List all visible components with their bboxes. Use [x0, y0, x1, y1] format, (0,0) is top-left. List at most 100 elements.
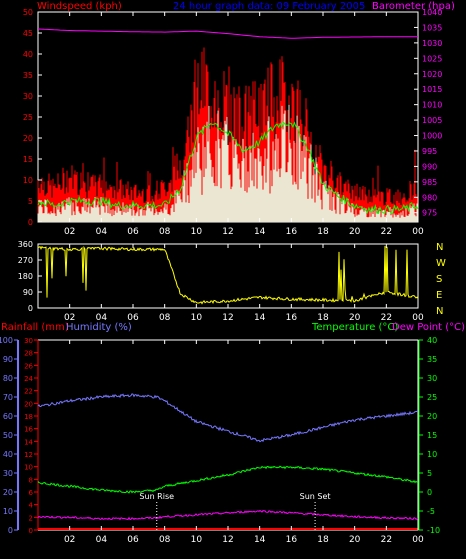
- direction-time-label: 08: [159, 313, 171, 323]
- direction-tick-label: 180: [18, 272, 33, 281]
- barometer-line: [37, 28, 418, 39]
- temperature-tick-label: 20: [427, 412, 437, 421]
- barometer-tick-label: 985: [422, 178, 437, 187]
- barometer-tick-label: 980: [422, 193, 437, 202]
- temperature-tick-label: -5: [427, 507, 435, 516]
- rainfall-tick-label: 14: [24, 438, 33, 446]
- humidity-tick-label: 40: [3, 450, 13, 459]
- barometer-tick-label: 1030: [422, 39, 442, 48]
- temperature-tick-label: 35: [427, 355, 437, 364]
- windspeed-tick-label: 50: [23, 8, 33, 17]
- rainfall-axis-title: Rainfall (mm): [1, 322, 69, 333]
- wind-time-label: 06: [127, 227, 139, 237]
- humidity-tick-label: 70: [3, 393, 13, 402]
- humidity-tick-label: 10: [3, 507, 13, 516]
- direction-time-label: 14: [254, 313, 266, 323]
- climate-panel-frame: [37, 339, 419, 531]
- compass-label: S: [436, 274, 442, 285]
- wind-time-label: 12: [222, 227, 233, 237]
- windspeed-tick-label: 35: [23, 71, 33, 80]
- humidity-tick-label: 80: [3, 374, 13, 383]
- barometer-tick-label: 1000: [422, 132, 442, 141]
- climate-time-label: 06: [127, 535, 139, 545]
- temperature-tick-label: 10: [427, 450, 437, 459]
- rainfall-tick-label: 10: [24, 464, 33, 472]
- climate-time-label: 16: [286, 535, 298, 545]
- rainfall-tick-label: 2: [29, 514, 33, 522]
- windspeed-tick-label: 40: [23, 50, 33, 59]
- wind-time-label: 08: [159, 227, 171, 237]
- humidity-tick-label: 30: [3, 469, 13, 478]
- wind-time-label: 22: [381, 227, 392, 237]
- weather-graph: 0 5 10 15 20 25 30 35 40 45 50 975 980 985 990 995 1000 1…: [0, 0, 466, 559]
- windspeed-tick-label: 25: [23, 113, 33, 122]
- temp-humidity-rain-panel: Rainfall (mm)Humidity (%) Temperature (°C…: [0, 322, 465, 545]
- barometer-tick-label: 995: [422, 147, 437, 156]
- direction-tick-label: 270: [18, 256, 33, 265]
- rainfall-tick-label: 4: [29, 502, 34, 510]
- temperature-tick-label: 30: [427, 374, 437, 383]
- wind-time-label: 14: [254, 227, 266, 237]
- windspeed-tick-label: 20: [23, 134, 33, 143]
- humidity-tick-label: 0: [8, 526, 13, 535]
- climate-time-label: 14: [254, 535, 266, 545]
- wind-barometer-panel: 0510152025303540455097598098599099510001…: [23, 8, 443, 237]
- humidity-line: [37, 393, 419, 443]
- rainfall-tick-label: 18: [24, 413, 33, 421]
- climate-time-label: 10: [191, 535, 203, 545]
- rainfall-tick-label: 30: [24, 337, 33, 345]
- humidity-tick-label: 100: [0, 336, 13, 345]
- rainfall-tick-label: 24: [24, 375, 33, 383]
- windspeed-tick-label: 30: [23, 92, 33, 101]
- direction-time-label: 16: [286, 313, 298, 323]
- humidity-tick-label: 90: [3, 355, 13, 364]
- wind-time-label: 18: [317, 227, 329, 237]
- direction-tick-label: 360: [18, 240, 33, 249]
- temperature-axis-title: Temperature (°C): [311, 322, 398, 333]
- windspeed-tick-label: 0: [28, 218, 33, 227]
- temperature-tick-label: 5: [427, 469, 432, 478]
- windspeed-axis-title: Windspeed (kph): [37, 1, 122, 12]
- barometer-tick-label: 1005: [422, 116, 442, 125]
- wind-direction-line: [37, 245, 419, 305]
- temperature-tick-label: 0: [427, 488, 432, 497]
- rainfall-tick-label: 0: [29, 527, 33, 535]
- rainfall-tick-label: 16: [24, 426, 33, 434]
- climate-time-label: 22: [381, 535, 392, 545]
- climate-time-label: 12: [222, 535, 233, 545]
- temperature-tick-label: 15: [427, 431, 437, 440]
- humidity-tick-label: 20: [3, 488, 13, 497]
- sunset-label: Sun Set: [300, 492, 331, 501]
- wind-time-label: 20: [349, 227, 361, 237]
- compass-label: W: [436, 258, 446, 269]
- climate-time-label: 00: [412, 535, 424, 545]
- climate-time-label: 18: [317, 535, 329, 545]
- rainfall-tick-label: 8: [29, 476, 33, 484]
- direction-time-label: 10: [191, 313, 203, 323]
- barometer-tick-label: 1015: [422, 85, 442, 94]
- compass-label: N: [436, 242, 443, 253]
- wind-direction-panel: 090180270360 NWSEN02 04 06 08 10 12 14 16 18 20 22 0…: [18, 240, 446, 323]
- barometer-tick-label: 1025: [422, 54, 442, 63]
- rainfall-tick-label: 22: [24, 388, 33, 396]
- barometer-axis-title: Barometer (hpa): [372, 1, 455, 12]
- rainfall-tick-label: 20: [24, 400, 33, 408]
- temperature-line: [37, 465, 419, 494]
- direction-tick-label: 90: [23, 288, 33, 297]
- wind-time-label: 00: [412, 227, 424, 237]
- direction-time-label: 12: [222, 313, 233, 323]
- rainfall-tick-label: 28: [24, 350, 33, 358]
- sunrise-label: Sun Rise: [139, 492, 174, 501]
- wind-time-label: 10: [191, 227, 203, 237]
- humidity-axis-title: Humidity (%): [66, 322, 132, 333]
- barometer-tick-label: 1020: [422, 70, 442, 79]
- humidity-tick-label: 50: [3, 431, 13, 440]
- rainfall-tick-label: 6: [29, 489, 34, 497]
- wind-time-label: 16: [286, 227, 298, 237]
- windspeed-tick-label: 10: [23, 176, 33, 185]
- humidity-tick-label: 60: [3, 412, 13, 421]
- compass-label: N: [436, 306, 443, 317]
- climate-time-label: 02: [64, 535, 75, 545]
- temperature-tick-label: -10: [427, 526, 440, 535]
- chart-date-title: 24 hour graph data: 09 February 2005: [173, 1, 365, 12]
